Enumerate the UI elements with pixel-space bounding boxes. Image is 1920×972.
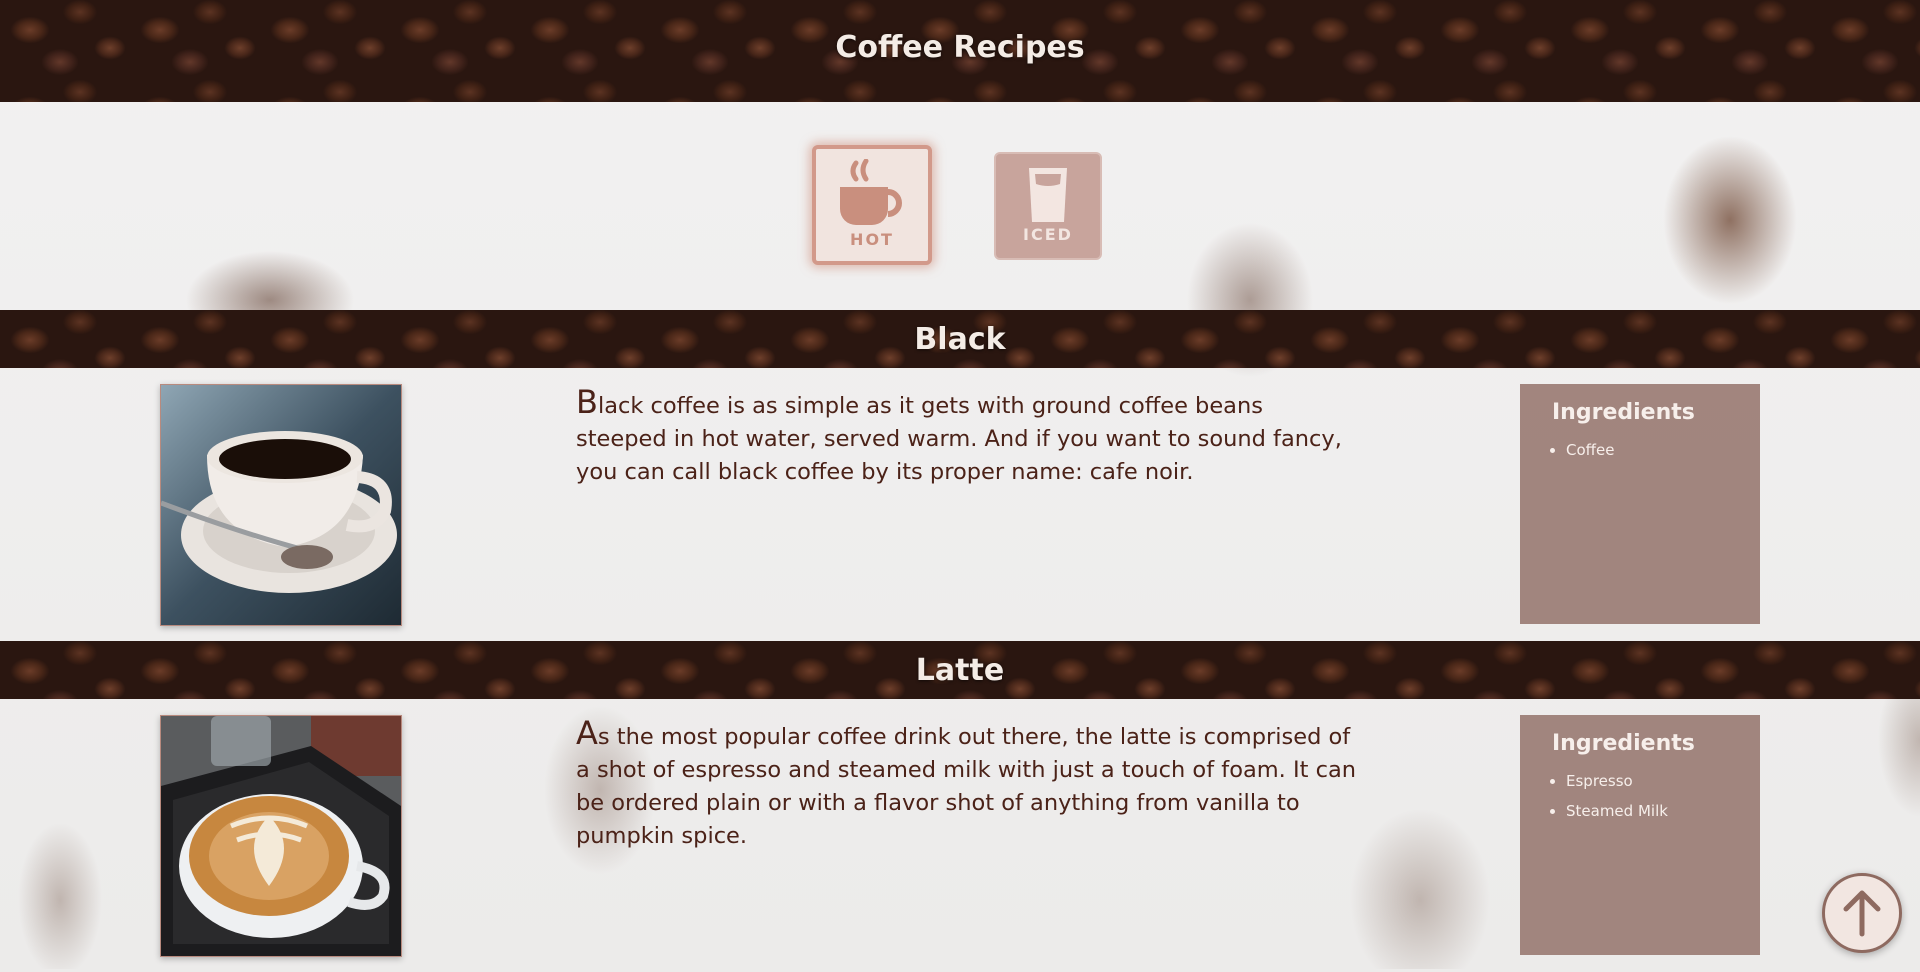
ingredients-list: Espresso Steamed Milk <box>1552 766 1760 826</box>
latte-image <box>160 715 402 957</box>
recipe-header-black: Black <box>0 310 1920 368</box>
hot-cup-icon <box>840 159 902 225</box>
ingredient-item: Coffee <box>1566 435 1760 465</box>
ingredients-panel: Ingredients Coffee <box>1520 384 1760 624</box>
ingredients-list: Coffee <box>1552 435 1760 465</box>
recipe-title: Black <box>914 322 1006 357</box>
description-text: s the most popular coffee drink out ther… <box>576 724 1356 849</box>
page-title: Coffee Recipes <box>835 30 1085 65</box>
recipe-title: Latte <box>915 653 1005 688</box>
iced-label: ICED <box>1023 225 1073 244</box>
ingredient-item: Espresso <box>1566 766 1760 796</box>
ingredients-panel: Ingredients Espresso Steamed Milk <box>1520 715 1760 955</box>
ingredients-heading: Ingredients <box>1552 400 1695 425</box>
ingredient-item: Steamed Milk <box>1566 796 1760 826</box>
ingredients-heading: Ingredients <box>1552 731 1695 756</box>
iced-button[interactable]: ICED <box>994 152 1102 260</box>
black-coffee-image <box>160 384 402 626</box>
hot-label: HOT <box>850 230 894 249</box>
recipe-black: Black coffee is as simple as it gets wit… <box>0 368 1920 641</box>
recipe-latte: As the most popular coffee drink out the… <box>0 699 1920 972</box>
description-text: lack coffee is as simple as it gets with… <box>576 393 1342 485</box>
recipe-header-latte: Latte <box>0 641 1920 699</box>
recipe-description: As the most popular coffee drink out the… <box>576 717 1356 853</box>
drop-cap: A <box>576 714 598 752</box>
drop-cap: B <box>576 383 598 421</box>
header-banner: Coffee Recipes <box>0 0 1920 102</box>
iced-glass-icon <box>1029 168 1067 222</box>
hot-button[interactable]: HOT <box>812 145 932 265</box>
scroll-to-top-button[interactable] <box>1822 873 1902 953</box>
temperature-selector <box>0 102 1920 310</box>
arrow-up-icon <box>1843 890 1881 937</box>
recipe-description: Black coffee is as simple as it gets wit… <box>576 386 1356 489</box>
